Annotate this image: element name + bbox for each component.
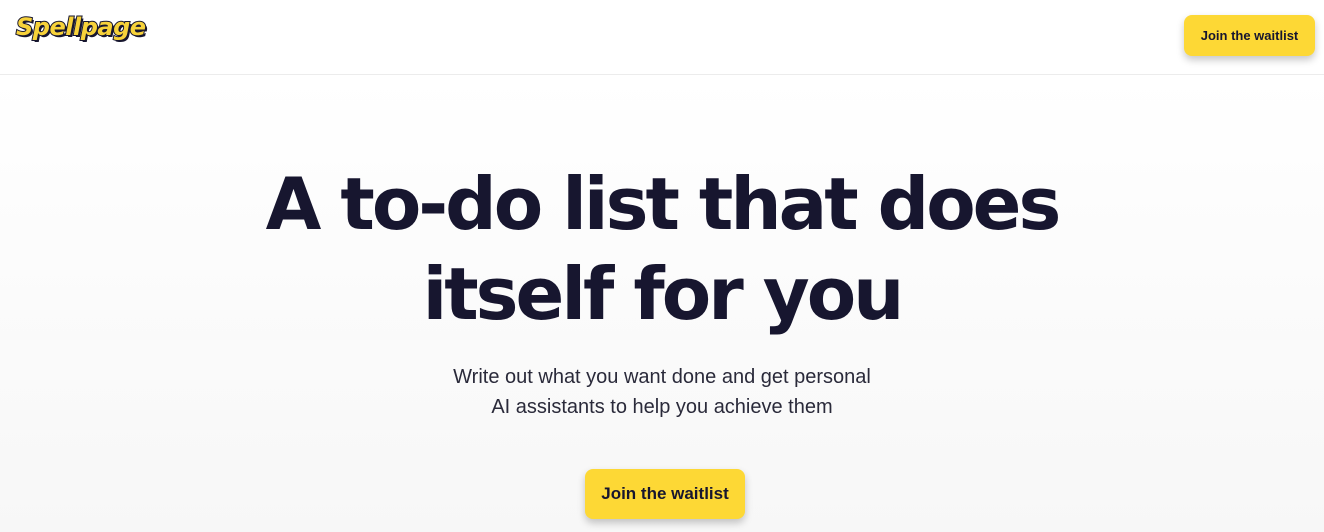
headline-line-2: itself for you [422, 252, 905, 336]
hero-join-waitlist-button[interactable]: Join the waitlist [585, 469, 745, 519]
nav-join-waitlist-button[interactable]: Join the waitlist [1184, 15, 1315, 56]
hero-subtext: Write out what you want done and get per… [0, 362, 1324, 422]
landing-page: Spellpage Join the waitlist A to-do list… [0, 0, 1324, 532]
hero-section: A to-do list that does itself for you Wr… [0, 75, 1324, 532]
spellpage-logo[interactable]: Spellpage [15, 14, 147, 40]
subtext-line-2: AI assistants to help you achieve them [491, 396, 833, 418]
headline-line-1: A to-do list that does [265, 162, 1062, 246]
subtext-line-1: Write out what you want done and get per… [453, 366, 871, 388]
top-navbar: Spellpage Join the waitlist [0, 0, 1324, 75]
hero-headline: A to-do list that does itself for you [0, 159, 1324, 339]
